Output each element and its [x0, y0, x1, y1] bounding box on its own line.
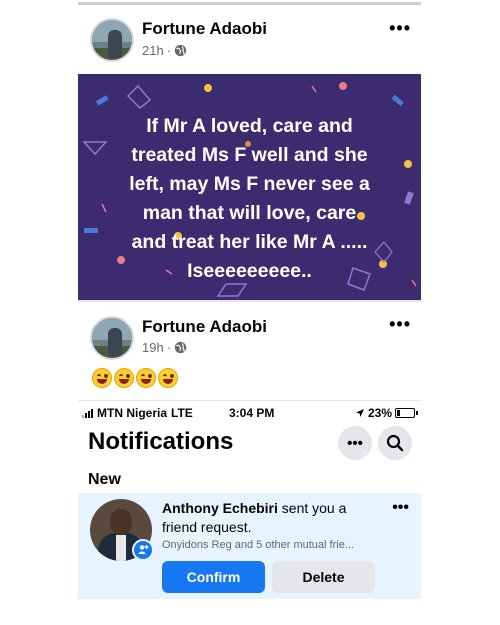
notification-options-button[interactable]: •••	[392, 499, 409, 517]
notifications-screenshot: MTN Nigeria LTE 3:04 PM 23% Notification…	[78, 400, 421, 600]
winking-tongue-emoji-icon	[158, 368, 178, 388]
status-bar: MTN Nigeria LTE 3:04 PM 23%	[78, 404, 421, 422]
location-arrow-icon	[355, 409, 364, 417]
network-type: LTE	[171, 406, 193, 420]
globe-icon	[174, 341, 187, 354]
signal-icon	[82, 408, 93, 418]
author-avatar[interactable]	[90, 316, 134, 360]
quote-line: If Mr A loved, care and	[146, 115, 353, 137]
carrier-name: MTN Nigeria	[97, 406, 168, 420]
quote-line: treated Ms F well and she	[131, 144, 368, 166]
quote-line: Iseeeeeeeee..	[187, 260, 312, 282]
search-icon	[386, 434, 404, 452]
battery-icon	[395, 408, 418, 418]
divider	[78, 2, 421, 5]
facebook-post-2: Fortune Adaobi 19h · •••	[78, 300, 421, 395]
add-friend-badge-icon	[132, 539, 154, 561]
quote-line: and treat her like Mr A .....	[131, 231, 368, 253]
post-time[interactable]: 19h	[142, 340, 164, 355]
post-meta: 21h ·	[142, 43, 187, 58]
requester-name[interactable]: Anthony Echebiri	[162, 500, 278, 516]
post-options-button[interactable]: •••	[389, 18, 411, 39]
more-options-button[interactable]: •••	[338, 426, 372, 460]
winking-tongue-emoji-icon	[92, 368, 112, 388]
mutual-friends-text: Onyidons Reg and 5 other mutual frie...	[162, 539, 354, 551]
author-name[interactable]: Fortune Adaobi	[142, 19, 267, 39]
notification-text: Anthony Echebiri sent you a friend reque…	[162, 499, 378, 537]
globe-icon	[174, 44, 187, 57]
post-options-button[interactable]: •••	[389, 314, 411, 335]
delete-button[interactable]: Delete	[272, 561, 375, 593]
winking-tongue-emoji-icon	[114, 368, 134, 388]
winking-tongue-emoji-icon	[136, 368, 156, 388]
confirm-button[interactable]: Confirm	[162, 561, 265, 593]
search-button[interactable]	[378, 426, 412, 460]
facebook-post-1: Fortune Adaobi 21h · ••• If Mr A loved, …	[78, 0, 421, 300]
divider	[78, 300, 421, 302]
friend-request-notification[interactable]: Anthony Echebiri sent you a friend reque…	[78, 493, 421, 599]
quote-text: If Mr A loved, care and treated Ms F wel…	[84, 112, 415, 286]
author-avatar[interactable]	[90, 18, 134, 62]
battery-percent: 23%	[367, 406, 392, 420]
quote-line: man that will love, care	[142, 202, 357, 224]
post-meta: 19h ·	[142, 340, 187, 355]
more-icon: •••	[347, 434, 363, 452]
page-title: Notifications	[88, 428, 234, 455]
post-time[interactable]: 21h	[142, 43, 164, 58]
quote-background: If Mr A loved, care and treated Ms F wel…	[78, 74, 421, 300]
quote-line: left, may Ms F never see a	[129, 173, 370, 195]
emoji-text	[92, 368, 178, 388]
author-name[interactable]: Fortune Adaobi	[142, 317, 267, 337]
section-heading-new: New	[88, 471, 121, 488]
status-time: 3:04 PM	[229, 406, 275, 420]
